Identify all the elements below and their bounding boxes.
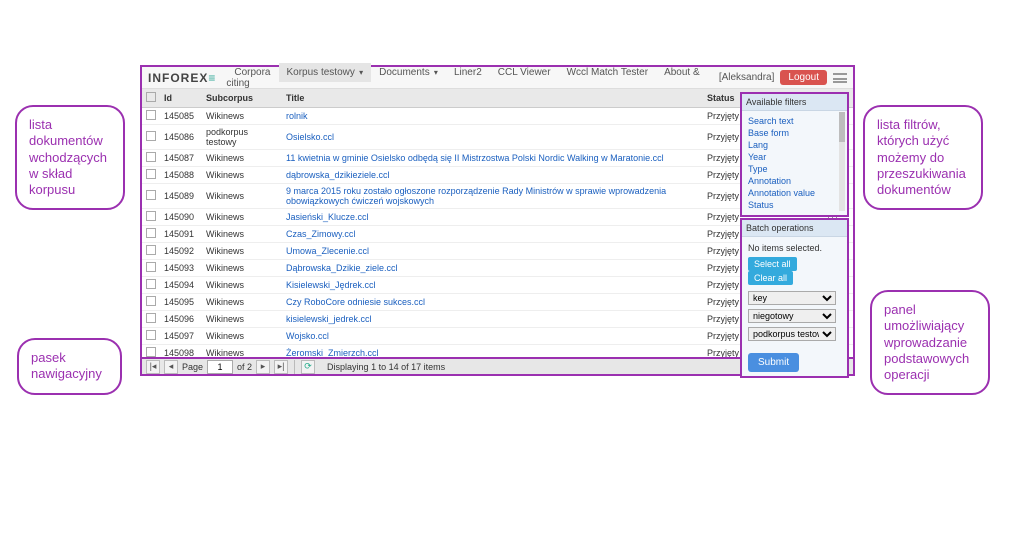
cell-title[interactable]: 11 kwietnia w gminie Osielsko odbędą się…: [282, 150, 703, 167]
row-checkbox[interactable]: [146, 296, 156, 306]
username: [Aleksandra]: [719, 72, 775, 83]
cell-title[interactable]: Kisielewski_Jędrek.ccl: [282, 277, 703, 294]
batch-header: Batch operations: [742, 220, 847, 237]
cell-title[interactable]: Wojsko.ccl: [282, 328, 703, 345]
cell-id: 145088: [160, 167, 202, 184]
row-checkbox[interactable]: [146, 211, 156, 221]
cell-id: 145089: [160, 184, 202, 209]
filter-item-annotation[interactable]: Annotation: [748, 175, 841, 187]
filters-scrollbar[interactable]: [839, 112, 845, 211]
filter-item-lang[interactable]: Lang: [748, 139, 841, 151]
filters-header: Available filters: [742, 94, 847, 111]
row-checkbox[interactable]: [146, 347, 156, 357]
col-title[interactable]: Title: [282, 89, 703, 108]
row-checkbox[interactable]: [146, 279, 156, 289]
cell-title[interactable]: Umowa_Zlecenie.ccl: [282, 243, 703, 260]
row-checkbox[interactable]: [146, 313, 156, 323]
cell-id: 145090: [160, 209, 202, 226]
row-checkbox[interactable]: [146, 245, 156, 255]
row-checkbox[interactable]: [146, 110, 156, 120]
cell-title[interactable]: dąbrowska_dzikieziele.ccl: [282, 167, 703, 184]
filter-item-type[interactable]: Type: [748, 163, 841, 175]
cell-subcorpus: Wikinews: [202, 294, 282, 311]
cell-title[interactable]: Czas_Zimowy.ccl: [282, 226, 703, 243]
cell-subcorpus: Wikinews: [202, 328, 282, 345]
cell-subcorpus: Wikinews: [202, 184, 282, 209]
pager-last-button[interactable]: ▸|: [274, 360, 288, 374]
batch-panel: Batch operations No items selected. Sele…: [740, 218, 849, 378]
cell-subcorpus: Wikinews: [202, 167, 282, 184]
row-checkbox[interactable]: [146, 262, 156, 272]
nav-item-liner2[interactable]: Liner2: [446, 63, 490, 82]
select-all-button[interactable]: Select all: [748, 257, 797, 271]
pager-of-label: of 2: [237, 362, 252, 372]
cell-subcorpus: Wikinews: [202, 311, 282, 328]
nav-item-korpus-testowy[interactable]: Korpus testowy ▾: [279, 63, 372, 82]
cell-id: 145085: [160, 108, 202, 125]
cell-title[interactable]: Czy RoboCore odniesie sukces.ccl: [282, 294, 703, 311]
filters-panel: Available filters Search textBase formLa…: [740, 92, 849, 217]
annotation-docs: lista dokumentów wchodzących w skład kor…: [15, 105, 125, 210]
brand-logo: INFOREX≡: [148, 71, 216, 85]
cell-title[interactable]: Dąbrowska_Dzikie_ziele.ccl: [282, 260, 703, 277]
cell-title[interactable]: kisielewski_jedrek.ccl: [282, 311, 703, 328]
pager-refresh-button[interactable]: ⟳: [301, 360, 315, 374]
nav-item-ccl-viewer[interactable]: CCL Viewer: [490, 63, 559, 82]
pager-next-button[interactable]: ▸: [256, 360, 270, 374]
pager-display-text: Displaying 1 to 14 of 17 items: [327, 362, 445, 372]
pager-first-button[interactable]: |◂: [146, 360, 160, 374]
cell-subcorpus: Wikinews: [202, 226, 282, 243]
row-checkbox[interactable]: [146, 169, 156, 179]
cell-subcorpus: Wikinews: [202, 150, 282, 167]
cell-subcorpus: Wikinews: [202, 108, 282, 125]
cell-id: 145092: [160, 243, 202, 260]
clear-all-button[interactable]: Clear all: [748, 271, 793, 285]
col-id[interactable]: Id: [160, 89, 202, 108]
batch-select-key[interactable]: key: [748, 291, 836, 305]
nav-item-wccl-match-tester[interactable]: Wccl Match Tester: [559, 63, 657, 82]
cell-id: 145093: [160, 260, 202, 277]
col-checkbox[interactable]: [142, 89, 160, 108]
submit-button[interactable]: Submit: [748, 353, 799, 372]
filter-item-base-form[interactable]: Base form: [748, 127, 841, 139]
pager-page-input[interactable]: [207, 360, 233, 374]
cell-subcorpus: podkorpus testowy: [202, 125, 282, 150]
annotation-batch: panel umożliwiający wprowadzanie podstaw…: [870, 290, 990, 395]
row-checkbox[interactable]: [146, 190, 156, 200]
cell-title[interactable]: Jasieński_Klucze.ccl: [282, 209, 703, 226]
cell-subcorpus: Wikinews: [202, 260, 282, 277]
cell-id: 145086: [160, 125, 202, 150]
cell-title[interactable]: rolnik: [282, 108, 703, 125]
filter-item-annotation-value[interactable]: Annotation value: [748, 187, 841, 199]
batch-select-subcorpus[interactable]: podkorpus testow: [748, 327, 836, 341]
filter-item-status[interactable]: Status: [748, 199, 841, 211]
row-checkbox[interactable]: [146, 131, 156, 141]
cell-subcorpus: Wikinews: [202, 209, 282, 226]
filter-item-search-text[interactable]: Search text: [748, 115, 841, 127]
batch-select-status[interactable]: niegotowy: [748, 309, 836, 323]
cell-title[interactable]: 9 marca 2015 roku zostało ogłoszone rozp…: [282, 184, 703, 209]
batch-none-selected: No items selected.: [748, 243, 841, 253]
cell-id: 145094: [160, 277, 202, 294]
cell-id: 145095: [160, 294, 202, 311]
logout-button[interactable]: Logout: [780, 70, 827, 85]
annotation-filters: lista filtrów, których użyć możemy do pr…: [863, 105, 983, 210]
cell-subcorpus: Wikinews: [202, 243, 282, 260]
navbar: INFOREX≡ CorporaKorpus testowy ▾Document…: [142, 67, 853, 89]
pager-page-label: Page: [182, 362, 203, 372]
pager-prev-button[interactable]: ◂: [164, 360, 178, 374]
filter-item-year[interactable]: Year: [748, 151, 841, 163]
annotation-pager: pasek nawigacyjny: [17, 338, 122, 395]
cell-title[interactable]: Osielsko.ccl: [282, 125, 703, 150]
cell-id: 145087: [160, 150, 202, 167]
cell-subcorpus: Wikinews: [202, 277, 282, 294]
row-checkbox[interactable]: [146, 152, 156, 162]
cell-id: 145097: [160, 328, 202, 345]
cell-id: 145096: [160, 311, 202, 328]
row-checkbox[interactable]: [146, 330, 156, 340]
menu-icon[interactable]: [833, 73, 847, 83]
cell-id: 145091: [160, 226, 202, 243]
row-checkbox[interactable]: [146, 228, 156, 238]
nav-item-documents[interactable]: Documents ▾: [371, 63, 446, 82]
